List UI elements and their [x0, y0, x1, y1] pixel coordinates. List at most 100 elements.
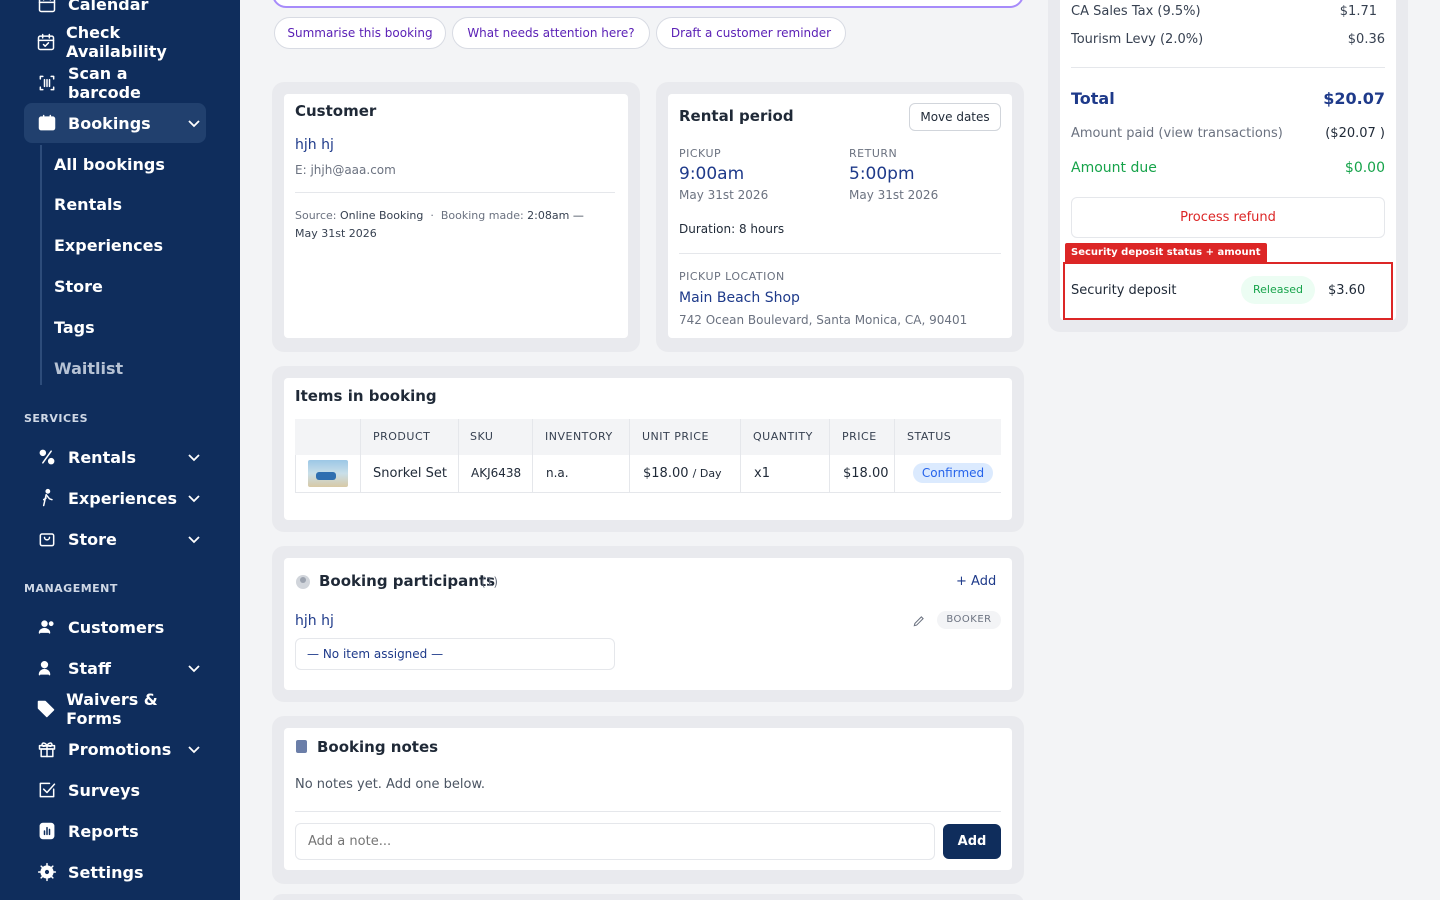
amount-paid-label[interactable]: Amount paid (view transactions)	[1071, 126, 1283, 141]
customer-name[interactable]: hjh hj	[295, 137, 334, 153]
assistant-input-bar[interactable]	[272, 0, 1024, 8]
participants-title: Booking participants	[319, 572, 496, 590]
nav-reports[interactable]: Reports	[24, 811, 206, 851]
bookings-icon	[36, 112, 58, 134]
amount-paid-row[interactable]: Amount paid (view transactions) ($20.07 …	[1071, 126, 1385, 141]
nav-scan-barcode-label: Scan a barcode	[67, 64, 141, 102]
chip-summarise[interactable]: Summarise this booking	[274, 17, 446, 49]
gear-icon	[36, 861, 58, 883]
deposit-annotation-tag: Security deposit status + amount	[1065, 243, 1267, 262]
th-quantity: QUANTITY	[753, 430, 813, 443]
tax-value-2: $0.36	[1347, 32, 1385, 47]
product-thumbnail	[308, 460, 348, 487]
th-sku: SKU	[470, 430, 494, 443]
services-section-label: SERVICES	[24, 412, 89, 425]
pickup-date: May 31st 2026	[679, 188, 769, 202]
sub-tags[interactable]: Tags	[54, 317, 95, 339]
nav-services-store[interactable]: Store	[24, 519, 206, 559]
notes-title: Booking notes	[317, 738, 439, 756]
sub-store[interactable]: Store	[54, 276, 103, 298]
chevron-down-icon	[186, 660, 202, 676]
add-participant-button[interactable]: + Add	[956, 574, 996, 589]
nav-calendar-label: Calendar	[68, 0, 149, 14]
nav-bookings[interactable]: Bookings	[24, 103, 206, 143]
items-title: Items in booking	[295, 387, 437, 405]
made-date: May 31st 2026	[295, 227, 377, 240]
process-refund-button[interactable]: Process refund	[1071, 197, 1385, 238]
nav-waivers-forms-label: Waivers & Forms	[66, 690, 158, 728]
participant-name[interactable]: hjh hj	[295, 613, 334, 629]
chevron-down-icon	[186, 531, 202, 547]
move-dates-button[interactable]: Move dates	[909, 103, 1001, 131]
staff-icon	[36, 657, 58, 679]
return-label: RETURN	[849, 147, 898, 160]
customer-source-meta: Source: Online Booking · Booking made: 2…	[295, 207, 615, 243]
pickup-location-label: PICKUP LOCATION	[679, 270, 785, 283]
security-deposit-value: $3.60	[1328, 283, 1366, 298]
nav-services-experiences-label: Experiences	[68, 488, 178, 508]
tax-value-1: $1.71	[1339, 4, 1377, 19]
gift-icon	[36, 738, 58, 760]
pickup-time: 9:00am	[679, 164, 745, 184]
amount-due-row: Amount due $0.00	[1071, 160, 1385, 176]
sub-experiences[interactable]: Experiences	[54, 235, 163, 257]
th-inventory: INVENTORY	[545, 430, 613, 443]
table-row[interactable]: Snorkel Set AKJ6438 n.a. $18.00 / Day x1…	[295, 455, 1001, 493]
sub-waitlist[interactable]: Waitlist	[54, 358, 123, 380]
amount-paid-value: ($20.07 )	[1325, 126, 1385, 141]
notes-empty-text: No notes yet. Add one below.	[295, 777, 486, 792]
divider	[295, 811, 1001, 812]
next-card	[272, 894, 1024, 900]
chip-attention[interactable]: What needs attention here?	[452, 17, 650, 49]
chip-reminder[interactable]: Draft a customer reminder	[656, 17, 846, 49]
note-input[interactable]	[295, 823, 935, 860]
nav-calendar[interactable]: Calendar	[24, 0, 206, 24]
pickup-location-name: Main Beach Shop	[679, 290, 800, 306]
nav-reports-label: Reports	[68, 821, 139, 841]
barcode-icon	[36, 72, 58, 94]
nav-services-experiences[interactable]: Experiences	[24, 478, 206, 518]
tax-row-1: CA Sales Tax (9.5%) $1.71	[1071, 4, 1385, 19]
item-assign-select[interactable]: — No item assigned —	[295, 638, 615, 670]
nav-check-availability[interactable]: Check Availability	[24, 22, 206, 62]
row-quantity: x1	[754, 466, 770, 481]
chevron-down-icon	[186, 490, 202, 506]
items-table-header: PRODUCT SKU INVENTORY UNIT PRICE QUANTIT…	[295, 419, 1001, 455]
security-deposit-box: Security deposit Released $3.60	[1063, 262, 1393, 320]
customer-title: Customer	[295, 102, 377, 120]
booker-badge: BOOKER	[937, 611, 1001, 629]
nav-surveys[interactable]: Surveys	[24, 770, 206, 810]
nav-settings[interactable]: Settings	[24, 852, 206, 892]
nav-staff-label: Staff	[68, 658, 111, 678]
tax-label-2: Tourism Levy (2.0%)	[1071, 32, 1204, 47]
add-note-button[interactable]: Add	[943, 824, 1001, 859]
deposit-status-badge: Released	[1241, 276, 1315, 304]
total-label: Total	[1071, 89, 1115, 108]
th-price: PRICE	[842, 430, 877, 443]
made-time: 2:08am —	[527, 209, 584, 222]
divider	[295, 192, 615, 193]
total-row: Total $20.07	[1071, 89, 1385, 108]
nav-promotions[interactable]: Promotions	[24, 729, 206, 769]
calendar-icon	[36, 0, 58, 15]
pencil-icon[interactable]	[912, 613, 926, 627]
nav-waivers-forms[interactable]: Waivers & Forms	[24, 689, 206, 729]
nav-services-store-label: Store	[68, 529, 117, 549]
th-product: PRODUCT	[373, 430, 431, 443]
row-product[interactable]: Snorkel Set	[373, 466, 447, 481]
nav-customers[interactable]: Customers	[24, 607, 206, 647]
nav-staff[interactable]: Staff	[24, 648, 206, 688]
chevron-down-icon	[186, 741, 202, 757]
total-value: $20.07	[1323, 89, 1385, 108]
divider	[679, 253, 1001, 254]
nav-scan-barcode[interactable]: Scan a barcode	[24, 63, 206, 103]
security-deposit-label: Security deposit	[1071, 283, 1177, 298]
checkbox-icon	[36, 779, 58, 801]
sub-all-bookings[interactable]: All bookings	[54, 154, 165, 176]
snorkel-shape	[316, 472, 336, 480]
nav-check-availability-label: Check Availability	[66, 23, 167, 61]
pickup-label: PICKUP	[679, 147, 722, 160]
users-icon	[36, 616, 58, 638]
nav-services-rentals[interactable]: Rentals	[24, 437, 206, 477]
sub-rentals[interactable]: Rentals	[54, 194, 122, 216]
